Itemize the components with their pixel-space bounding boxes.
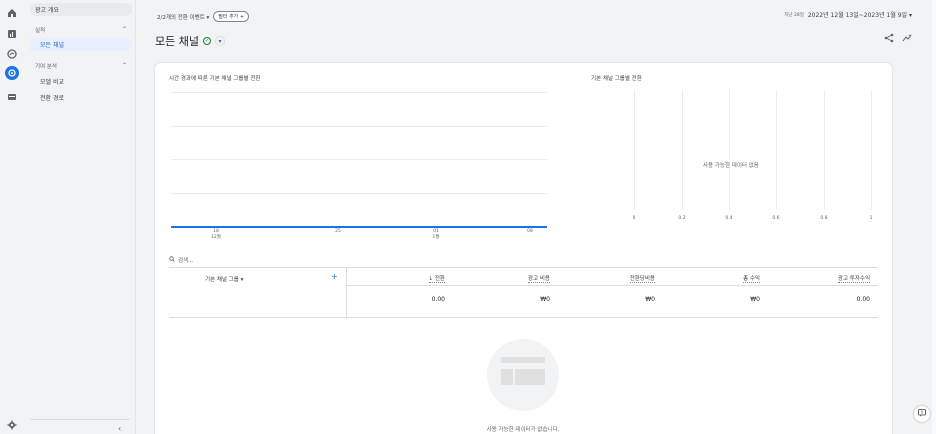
- column-header-roas-label: 광고 투자수익: [837, 276, 870, 283]
- settings-gear-icon[interactable]: [6, 419, 18, 431]
- table-dim-divider: [346, 267, 347, 317]
- bar-chart-no-data: 사용 가능한 데이터 없음: [703, 163, 759, 169]
- nav-all-channels[interactable]: 모든 채널: [30, 38, 132, 51]
- column-header-cost-per-conversion[interactable]: 전환당비용: [595, 274, 655, 283]
- nav-divider: [30, 419, 130, 420]
- date-range-prefix: 지난 28일: [784, 12, 804, 18]
- bar-x-tick: 1: [869, 216, 873, 221]
- title-actions: [884, 33, 912, 46]
- table-search[interactable]: 검색...: [169, 256, 193, 264]
- page-scrollbar[interactable]: [932, 0, 936, 434]
- chevron-up-icon[interactable]: ⌃: [122, 26, 127, 33]
- illustration-bar: [501, 357, 545, 363]
- empty-table-illustration: [487, 339, 559, 411]
- total-ad-cost: ₩0: [540, 296, 550, 303]
- table-top-border: [169, 267, 878, 268]
- feedback-icon: [918, 409, 926, 419]
- conversion-events-filter: 2/2개의 전환 이벤트 ▾ 필터 추가 +: [157, 11, 250, 22]
- explore-icon[interactable]: [6, 48, 18, 60]
- bar-gridline: [871, 90, 872, 210]
- bar-x-tick: 0: [632, 216, 636, 221]
- total-roas: 0.00: [856, 296, 870, 303]
- column-header-roas[interactable]: 광고 투자수익: [810, 274, 870, 283]
- line-x-tick-day: 25: [335, 229, 341, 234]
- line-x-tick: 01 1월: [426, 229, 446, 240]
- line-x-tick: 18 12월: [206, 229, 226, 240]
- line-gridline: [171, 92, 547, 93]
- conversion-events-dropdown[interactable]: 2/2개의 전환 이벤트 ▾: [157, 13, 209, 21]
- left-rail: [0, 0, 24, 434]
- dimension-header-dropdown[interactable]: 기본 채널 그룹 ▾: [205, 275, 243, 283]
- nav-attribution-header[interactable]: 기여 분석: [35, 62, 57, 70]
- line-x-tick-month: 1월: [432, 234, 440, 240]
- date-range-picker[interactable]: 지난 28일 2022년 12월 13일~2023년 1월 9일 ▾: [784, 10, 912, 19]
- line-gridline: [171, 126, 547, 127]
- line-x-tick: 08: [520, 229, 540, 235]
- column-header-conversions[interactable]: ↓ 전환: [385, 274, 445, 283]
- bar-gridline: [634, 90, 635, 210]
- line-x-tick-month: 12월: [211, 234, 221, 240]
- nav-ads-overview-label: 광고 개요: [35, 7, 59, 14]
- check-circle-icon: ✓: [202, 37, 211, 45]
- line-chart-title: 시간 경과에 따른 기본 채널 그룹별 전환: [169, 76, 261, 82]
- nav-model-comparison[interactable]: 모델 비교: [30, 75, 132, 88]
- bar-x-tick: 0.6: [772, 216, 780, 221]
- bar-x-tick: 0.8: [820, 216, 828, 221]
- line-series-conversions: [171, 226, 547, 228]
- line-x-tick: 25: [328, 229, 348, 235]
- nav-all-channels-label: 모든 채널: [40, 42, 64, 49]
- report-card: 시간 경과에 따른 기본 채널 그룹별 전환 18 12월 25 01 1월 08 …: [155, 63, 892, 434]
- total-revenue: ₩0: [750, 296, 760, 303]
- illustration-bar: [501, 369, 513, 385]
- nav-conversion-paths-label: 전환 경로: [40, 95, 64, 102]
- bar-gridline: [824, 90, 825, 210]
- page-title-row: 모든 채널 ✓ ▾: [155, 33, 225, 49]
- page-title: 모든 채널: [155, 35, 199, 48]
- feedback-button[interactable]: [914, 406, 930, 422]
- add-dimension-plus-icon[interactable]: +: [331, 272, 338, 281]
- side-nav: 광고 개요 실적 ⌃ 모든 채널 기여 분석 ⌃ 모델 비교 전환 경로: [24, 0, 136, 434]
- column-header-ad-cost[interactable]: 광고 비용: [490, 274, 550, 283]
- reports-icon[interactable]: [6, 28, 18, 40]
- line-x-tick-day: 08: [527, 229, 533, 234]
- line-gridline: [171, 193, 547, 194]
- search-input[interactable]: 검색...: [178, 256, 193, 264]
- advertising-icon[interactable]: [5, 66, 19, 80]
- collapse-nav-chevron-icon[interactable]: ‹: [118, 424, 121, 433]
- bar-x-tick: 0.2: [678, 216, 686, 221]
- nav-performance-header[interactable]: 실적: [35, 26, 45, 34]
- total-conversions: 0.00: [431, 296, 445, 303]
- nav-model-comparison-label: 모델 비교: [40, 79, 64, 86]
- nav-ads-overview[interactable]: 광고 개요: [30, 3, 132, 16]
- line-gridline: [171, 159, 547, 160]
- home-icon[interactable]: [6, 7, 18, 19]
- bar-gridline: [776, 90, 777, 210]
- illustration-bar: [515, 369, 545, 385]
- share-icon[interactable]: [884, 33, 894, 46]
- insights-icon[interactable]: [902, 33, 912, 46]
- search-icon: [169, 256, 175, 264]
- configure-icon[interactable]: [6, 91, 18, 103]
- add-filter-button[interactable]: 필터 추가 +: [213, 11, 250, 22]
- date-range-value: 2022년 12월 13일~2023년 1월 9일 ▾: [807, 12, 912, 19]
- column-header-total-revenue-label: 총 수익: [743, 276, 760, 283]
- column-header-cost-per-conversion-label: 전환당비용: [629, 276, 655, 283]
- nav-conversion-paths[interactable]: 전환 경로: [30, 91, 132, 104]
- table-bottom-border: [169, 317, 878, 318]
- column-header-total-revenue[interactable]: 총 수익: [700, 274, 760, 283]
- chevron-up-icon[interactable]: ⌃: [122, 62, 127, 69]
- bar-gridline: [729, 90, 730, 210]
- column-header-conversions-label: ↓ 전환: [428, 276, 445, 283]
- chevron-down-icon[interactable]: ▾: [214, 36, 225, 46]
- column-header-ad-cost-label: 광고 비용: [528, 276, 550, 283]
- bar-gridline: [682, 90, 683, 210]
- bar-x-tick: 0.4: [725, 216, 733, 221]
- top-filter-bar: 2/2개의 전환 이벤트 ▾ 필터 추가 + 지난 28일 2022년 12월 …: [137, 0, 936, 28]
- bar-chart-title: 기본 채널 그룹별 전환: [591, 76, 642, 82]
- total-cost-per-conversion: ₩0: [645, 296, 655, 303]
- table-header-border: [347, 285, 878, 286]
- empty-table-message: 사용 가능한 데이터가 없습니다.: [486, 427, 560, 433]
